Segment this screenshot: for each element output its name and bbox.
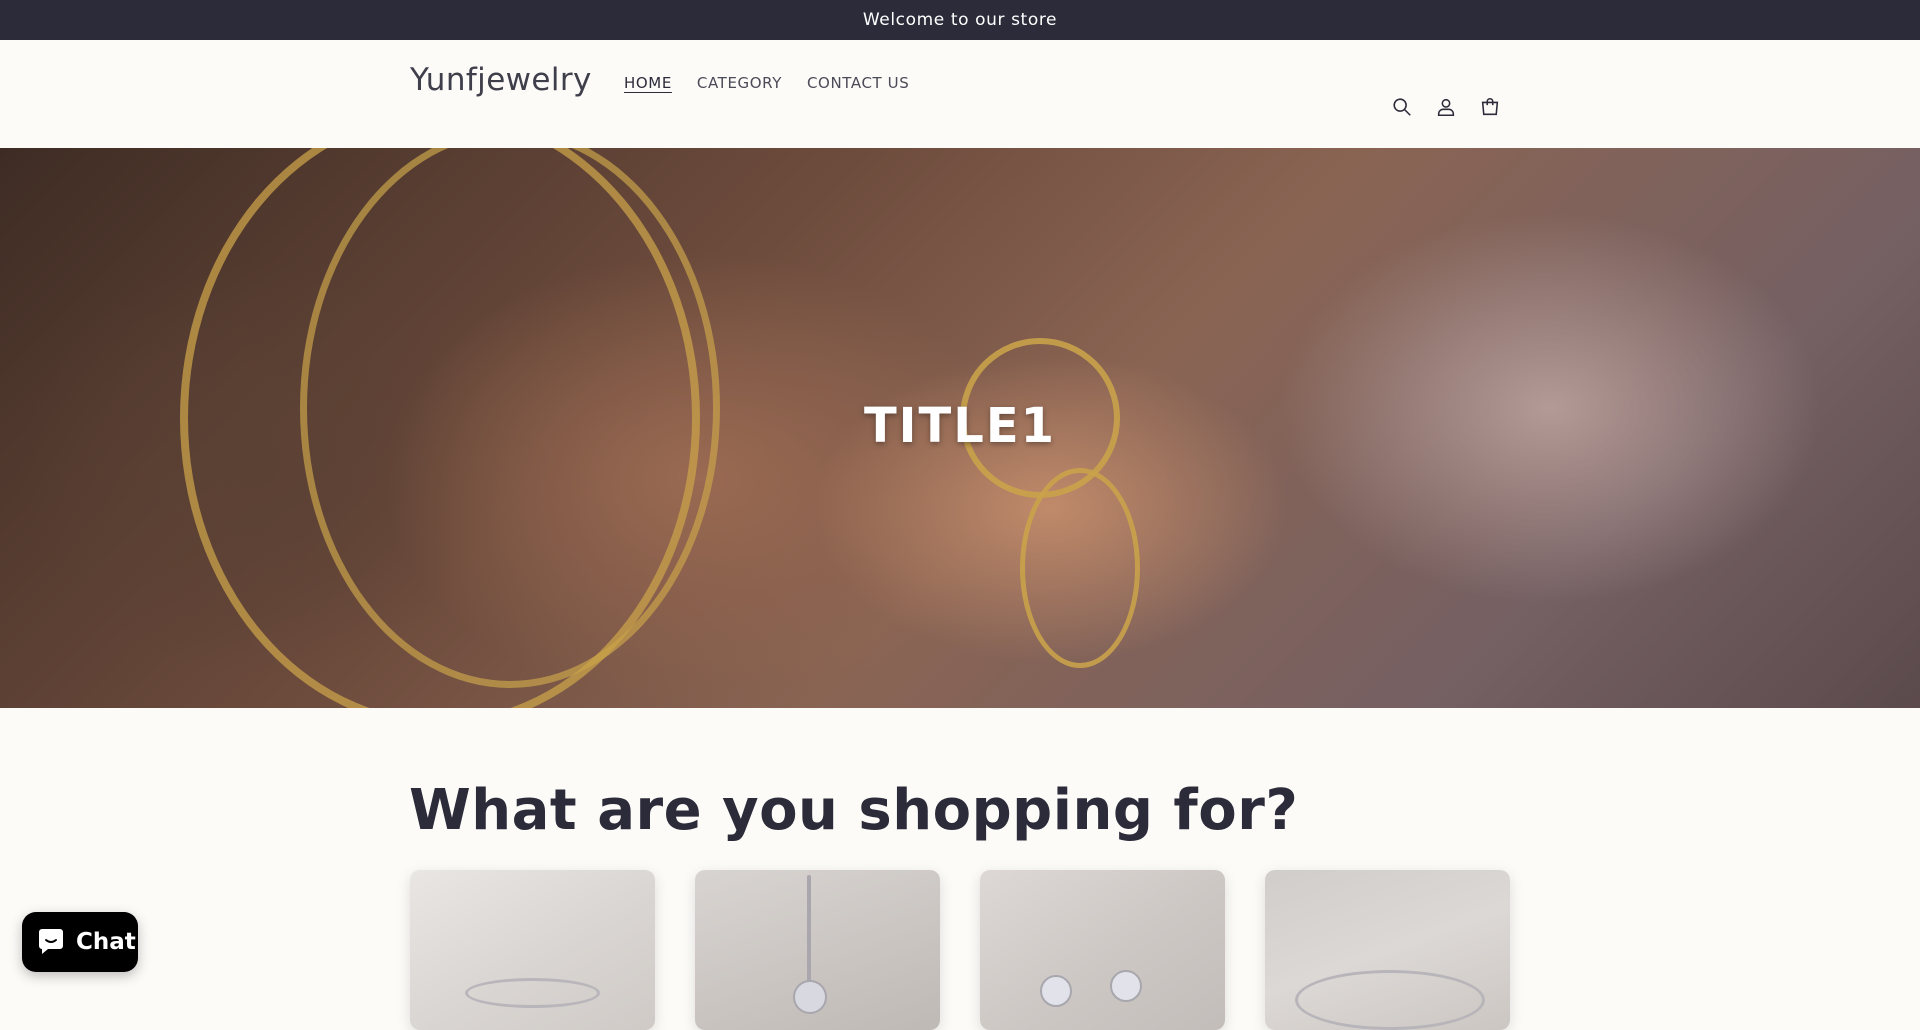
header-icons bbox=[1389, 94, 1503, 120]
chat-label: Chat bbox=[76, 929, 136, 955]
card-earrings[interactable] bbox=[980, 870, 1225, 1030]
section-title: What are you shopping for? bbox=[409, 778, 1299, 843]
category-cards bbox=[410, 870, 1510, 1030]
pendant-image bbox=[793, 980, 827, 1014]
necklace-image bbox=[807, 875, 811, 985]
chat-button[interactable]: Chat bbox=[22, 912, 138, 972]
account-icon[interactable] bbox=[1433, 94, 1459, 120]
nav-contact-us[interactable]: CONTACT US bbox=[807, 74, 909, 92]
main-nav: HOME CATEGORY CONTACT US bbox=[624, 74, 909, 92]
nav-category[interactable]: CATEGORY bbox=[697, 74, 782, 92]
card-bracelets[interactable] bbox=[1265, 870, 1510, 1030]
hero-ring-decoration bbox=[1020, 468, 1140, 668]
search-icon[interactable] bbox=[1389, 94, 1415, 120]
hero-title: TITLE1 bbox=[863, 398, 1057, 454]
cart-icon[interactable] bbox=[1477, 94, 1503, 120]
site-header: Yunfjewelry HOME CATEGORY CONTACT US bbox=[0, 40, 1920, 148]
ring-image bbox=[465, 978, 600, 1008]
hero-banner: TITLE1 bbox=[0, 148, 1920, 708]
earring-image bbox=[1040, 975, 1072, 1007]
announcement-bar: Welcome to our store bbox=[0, 0, 1920, 40]
card-necklaces[interactable] bbox=[695, 870, 940, 1030]
card-rings[interactable] bbox=[410, 870, 655, 1030]
nav-home[interactable]: HOME bbox=[624, 74, 672, 92]
earring-image bbox=[1110, 970, 1142, 1002]
announcement-text: Welcome to our store bbox=[862, 10, 1058, 30]
chat-bubble-icon bbox=[39, 929, 63, 954]
bracelet-image bbox=[1295, 970, 1485, 1030]
store-logo[interactable]: Yunfjewelry bbox=[410, 62, 592, 98]
